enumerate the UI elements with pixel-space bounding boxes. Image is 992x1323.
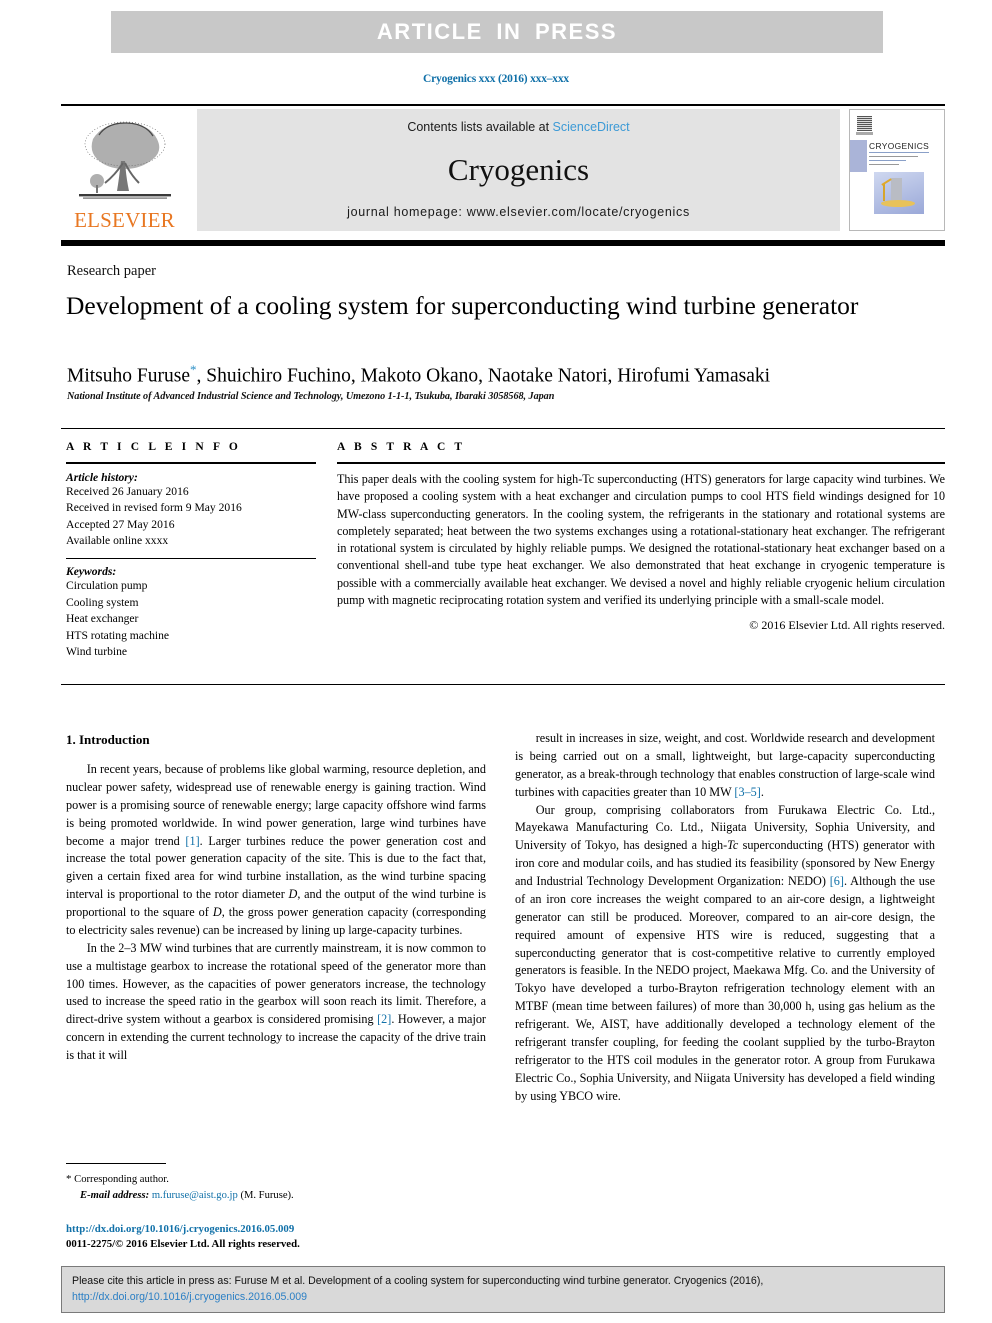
author-first: Mitsuho Furuse (67, 365, 190, 387)
info-section-top-rule (61, 428, 945, 429)
article-type-label: Research paper (67, 263, 156, 279)
cover-text-lines (869, 152, 929, 168)
article-info-rule (66, 462, 316, 464)
abstract-column: A B S T R A C T This paper deals with th… (337, 441, 945, 633)
citation-ref-1[interactable]: [1] (185, 834, 199, 848)
info-section-bottom-rule (61, 684, 945, 685)
abstract-heading: A B S T R A C T (337, 441, 466, 453)
keyword-item: HTS rotating machine (66, 628, 170, 642)
history-item: Received in revised form 9 May 2016 (66, 501, 242, 515)
email-address-label: E-mail address: (80, 1189, 150, 1201)
abstract-copyright: © 2016 Elsevier Ltd. All rights reserved… (749, 618, 945, 633)
paragraph: In the 2–3 MW wind turbines that are cur… (66, 940, 486, 1065)
paragraph: Our group, comprising collaborators from… (515, 802, 935, 1106)
keywords-block: Keywords: Circulation pump Cooling syste… (66, 558, 316, 660)
footnote-rule (66, 1163, 166, 1164)
elsevier-wordmark: ELSEVIER (74, 208, 175, 232)
paragraph: result in increases in size, weight, and… (515, 730, 935, 802)
article-in-press-label: ARTICLE IN PRESS (376, 19, 618, 44)
article-history-label: Article history: (66, 470, 138, 484)
journal-masthead: ELSEVIER Contents lists available at Sci… (61, 104, 945, 233)
symbol-tc-text: Tc (727, 838, 739, 853)
cover-badge-icon (857, 116, 872, 131)
journal-band: Contents lists available at ScienceDirec… (197, 109, 840, 231)
citation-text: Please cite this article in press as: Fu… (72, 1275, 764, 1287)
article-in-press-banner: ARTICLE IN PRESS (111, 11, 883, 53)
cover-badge-caption (856, 132, 873, 135)
citation-ref-3-5[interactable]: [3–5] (734, 785, 760, 799)
elsevier-tree-icon (78, 121, 171, 199)
article-info-heading: A R T I C L E I N F O (66, 441, 241, 453)
cover-photo (874, 172, 924, 214)
history-item: Received 26 January 2016 (66, 484, 189, 498)
paragraph-text: result in increases in size, weight, and… (515, 731, 935, 799)
symbol-tc: Tc (727, 838, 738, 852)
author-rest: , Shuichiro Fuchino, Makoto Okano, Naota… (196, 365, 771, 387)
author-list: Mitsuho Furuse*, Shuichiro Fuchino, Mako… (67, 362, 927, 388)
paragraph-text: . Although the use of an iron core incre… (515, 874, 935, 1103)
author-affiliation: National Institute of Advanced Industria… (67, 391, 555, 402)
email-owner: (M. Furuse). (240, 1189, 294, 1201)
corresponding-author-text: Corresponding author. (74, 1174, 169, 1185)
footnote-block: * Corresponding author. E-mail address: … (66, 1172, 486, 1203)
journal-reference-line: Cryogenics xxx (2016) xxx–xxx (423, 73, 569, 85)
keyword-item: Wind turbine (66, 645, 128, 659)
cite-this-article-box: Please cite this article in press as: Fu… (61, 1266, 945, 1313)
citation-doi-link-part2[interactable]: dx.doi.org/10.1016/j.cryogenics.2016.05.… (99, 1291, 308, 1303)
abstract-body: This paper deals with the cooling system… (337, 472, 945, 607)
body-column-left: 1. Introduction In recent years, because… (66, 730, 486, 1065)
cover-journal-title: CRYOGENICS (869, 141, 930, 151)
paragraph: In recent years, because of problems lik… (66, 761, 486, 940)
citation-doi-link-part1[interactable]: http:// (72, 1291, 99, 1303)
symbol-D: D (212, 905, 222, 920)
corresponding-author-note: * Corresponding author. (66, 1172, 486, 1188)
keyword-item: Heat exchanger (66, 612, 139, 626)
sciencedirect-link[interactable]: ScienceDirect (553, 120, 630, 134)
abstract-rule (337, 462, 945, 464)
page-title: Development of a cooling system for supe… (66, 291, 859, 320)
symbol-D: D (288, 887, 298, 902)
keyword-item: Circulation pump (66, 579, 148, 593)
issn-copyright-line: 0011-2275/© 2016 Elsevier Ltd. All right… (66, 1238, 300, 1251)
keyword-item: Cooling system (66, 595, 139, 609)
email-link[interactable]: m.furuse@aist.go.jp (152, 1190, 238, 1201)
email-note: E-mail address: m.furuse@aist.go.jp (M. … (66, 1188, 486, 1203)
journal-title: Cryogenics (447, 152, 590, 187)
cover-side-block (850, 140, 867, 172)
article-info-column: A R T I C L E I N F O Article history: R… (66, 441, 316, 661)
history-item: Available online xxxx (66, 533, 169, 547)
journal-cover-thumbnail: CRYOGENICS (849, 109, 945, 231)
contents-prefix: Contents lists available at (407, 120, 553, 134)
history-item: Accepted 27 May 2016 (66, 517, 175, 531)
masthead-bottom-rule (61, 240, 945, 246)
section-heading-introduction: 1. Introduction (66, 732, 150, 747)
body-column-right: result in increases in size, weight, and… (515, 730, 935, 1105)
paragraph-text: . (760, 784, 764, 799)
doi-link[interactable]: http://dx.doi.org/10.1016/j.cryogenics.2… (66, 1222, 496, 1237)
keywords-label: Keywords: (66, 565, 117, 579)
contents-available-line: Contents lists available at ScienceDirec… (407, 120, 629, 134)
asterisk-icon: * (66, 1173, 72, 1185)
doi-block: http://dx.doi.org/10.1016/j.cryogenics.2… (66, 1222, 496, 1253)
citation-ref-2[interactable]: [2] (377, 1012, 391, 1026)
citation-ref-6[interactable]: [6] (830, 874, 844, 888)
journal-homepage-line[interactable]: journal homepage: www.elsevier.com/locat… (347, 205, 690, 219)
elsevier-logo: ELSEVIER (61, 109, 188, 233)
